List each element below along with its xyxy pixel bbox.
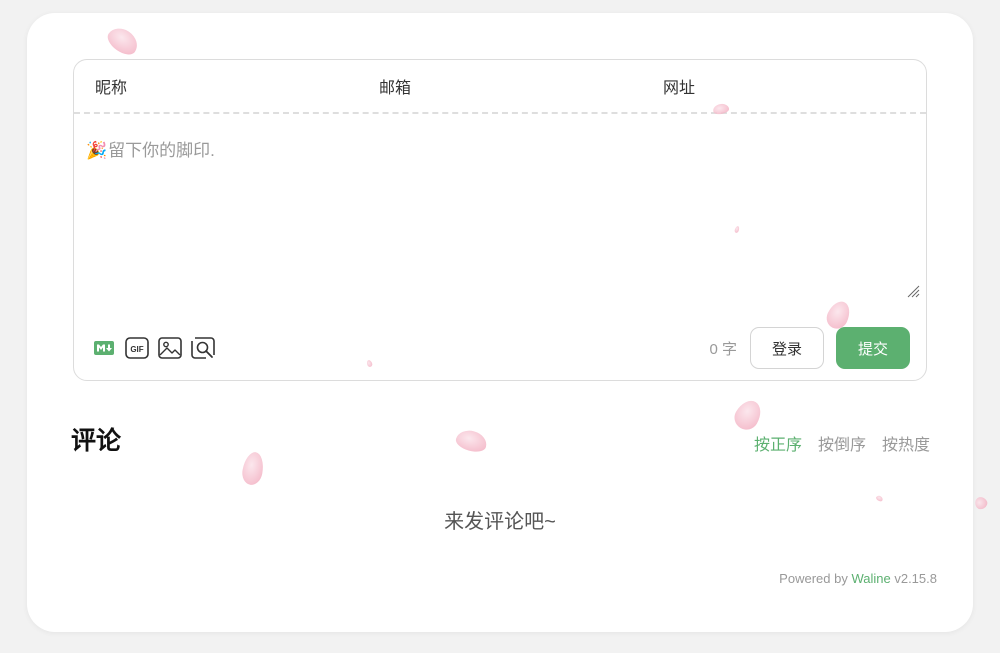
comments-title: 评论	[71, 427, 122, 455]
sort-tab-hottest[interactable]: 按热度	[882, 431, 930, 455]
version-label: v2.15.8	[894, 571, 937, 586]
image-icon[interactable]	[158, 336, 182, 360]
preview-icon[interactable]	[191, 336, 215, 360]
sort-tab-ascending[interactable]: 按正序	[754, 431, 802, 455]
url-field[interactable]: 网址	[642, 60, 926, 112]
powered-by: Powered by Waline v2.15.8	[779, 571, 937, 586]
submit-button[interactable]: 提交	[836, 327, 910, 369]
resize-handle-icon[interactable]	[906, 284, 920, 298]
empty-comments-text: 来发评论吧~	[444, 511, 556, 533]
sort-tab-descending[interactable]: 按倒序	[818, 431, 866, 455]
login-button[interactable]: 登录	[750, 327, 824, 369]
gif-icon[interactable]: GIF	[125, 336, 149, 360]
party-popper-icon: 🎉	[86, 141, 108, 160]
petal-decoration	[972, 494, 990, 512]
comment-panel: 昵称 邮箱 网址 🎉留下你的脚印. GIF 0 字 登录 提交	[73, 59, 927, 381]
word-count: 0 字	[709, 340, 737, 358]
user-info-row: 昵称 邮箱 网址	[74, 60, 926, 114]
svg-text:GIF: GIF	[130, 345, 143, 354]
url-label: 网址	[663, 80, 696, 97]
powered-by-label: Powered by	[779, 571, 848, 586]
nickname-label: 昵称	[95, 80, 128, 97]
waline-link[interactable]: Waline	[851, 571, 890, 586]
comment-editor[interactable]: 🎉留下你的脚印.	[74, 114, 926, 300]
sort-tabs: 按正序 按倒序 按热度	[754, 431, 930, 455]
editor-tools: GIF	[92, 336, 215, 360]
email-field[interactable]: 邮箱	[358, 60, 642, 112]
email-label: 邮箱	[379, 80, 412, 97]
editor-placeholder: 留下你的脚印.	[108, 141, 215, 160]
editor-footer: GIF 0 字 登录 提交	[74, 327, 926, 369]
markdown-icon[interactable]	[92, 336, 116, 360]
nickname-field[interactable]: 昵称	[74, 60, 358, 112]
